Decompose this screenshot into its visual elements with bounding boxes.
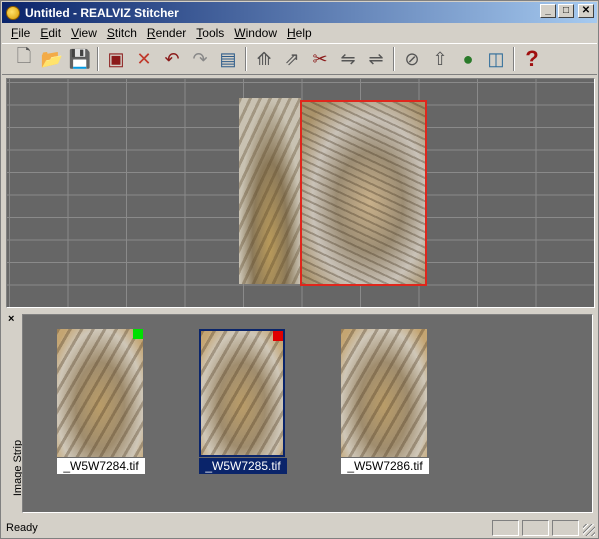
thumbnail-filename: _W5W7286.tif (341, 458, 429, 474)
thumbnail-filename: _W5W7284.tif (57, 458, 145, 474)
menu-bar: File Edit View Stitch Render Tools Windo… (2, 24, 597, 42)
minimize-button[interactable]: _ (540, 4, 556, 18)
open-folder-button[interactable]: 📂 (38, 46, 66, 72)
color-balance-icon: ● (462, 48, 474, 69)
toolbar-separator (97, 47, 99, 71)
save-icon: 💾 (68, 48, 92, 69)
menu-view[interactable]: View (66, 26, 102, 40)
unstitch-button[interactable]: ✂ (306, 46, 334, 72)
minimize-icon: _ (545, 5, 551, 16)
panorama-preview (239, 98, 427, 286)
thumbnail-image[interactable] (341, 329, 427, 457)
stitched-image-2-selected[interactable] (300, 100, 427, 286)
stitched-image-1[interactable] (239, 98, 301, 284)
help-icon: ? (525, 46, 539, 71)
stitch-button[interactable]: ⟰ (250, 46, 278, 72)
help-button[interactable]: ? (518, 46, 546, 72)
title-bar[interactable]: Untitled - REALVIZ Stitcher _ □ ✕ (2, 2, 597, 23)
new-file-icon: 🗋 (16, 46, 32, 66)
close-icon: ✕ (581, 5, 591, 16)
menu-help[interactable]: Help (282, 26, 317, 40)
horizon-button[interactable]: ⇧ (426, 46, 454, 72)
toolbar-separator (393, 47, 395, 71)
image-strip[interactable]: _W5W7284.tif _W5W7285.tif _W5W7286.tif (22, 314, 593, 513)
status-text: Ready (6, 522, 38, 534)
menu-file[interactable]: File (6, 26, 35, 40)
unstitch-icon: ✂ (312, 48, 328, 69)
app-window: Untitled - REALVIZ Stitcher _ □ ✕ File E… (0, 0, 599, 539)
new-file-button[interactable]: 🗋 (10, 46, 38, 72)
color-balance-button[interactable]: ● (454, 46, 482, 72)
toolbar-separator (513, 47, 515, 71)
undo-icon: ↶ (164, 48, 180, 69)
align-icon: ⇋ (340, 48, 356, 69)
close-button[interactable]: ✕ (578, 4, 594, 18)
menu-edit[interactable]: Edit (35, 26, 66, 40)
status-panel-1 (492, 520, 519, 536)
render-icon: ◫ (487, 48, 505, 69)
preview-icon: ▤ (219, 48, 237, 69)
redo-icon: ↷ (192, 48, 208, 69)
preview-button[interactable]: ▤ (214, 46, 242, 72)
status-panel-2 (522, 520, 549, 536)
menu-window[interactable]: Window (229, 26, 282, 40)
import-image-icon: ▣ (107, 48, 125, 69)
align-all-button[interactable]: ⇌ (362, 46, 390, 72)
horizon-icon: ⇧ (432, 48, 448, 69)
delete-button[interactable]: ✕ (130, 46, 158, 72)
stitch-status-marker (273, 331, 283, 341)
image-strip-panel: × Image Strip _W5W7284.tif _W5W7285.tif _W… (6, 312, 595, 515)
menu-stitch[interactable]: Stitch (102, 26, 142, 40)
thumbnail-image[interactable] (57, 329, 143, 457)
undo-button[interactable]: ↶ (158, 46, 186, 72)
stitch-icon: ⟰ (256, 48, 272, 69)
point-match-button[interactable]: ⇗ (278, 46, 306, 72)
align-button[interactable]: ⇋ (334, 46, 362, 72)
delete-icon: ✕ (136, 48, 152, 69)
status-bar: Ready (2, 518, 597, 538)
maximize-icon: □ (562, 5, 570, 16)
window-title: Untitled - REALVIZ Stitcher (25, 5, 179, 20)
equalize-icon: ⊘ (404, 48, 420, 69)
open-folder-icon: 📂 (40, 48, 64, 69)
toolbar-separator (245, 47, 247, 71)
stitch-status-marker (133, 329, 143, 339)
app-icon[interactable] (6, 5, 20, 20)
stitch-workspace[interactable] (6, 78, 595, 308)
status-panel-3 (552, 520, 579, 536)
image-thumbnail[interactable]: _W5W7286.tif (341, 329, 429, 474)
point-match-icon: ⇗ (284, 48, 300, 69)
equalize-button[interactable]: ⊘ (398, 46, 426, 72)
menu-render[interactable]: Render (142, 26, 191, 40)
redo-button[interactable]: ↷ (186, 46, 214, 72)
menu-tools[interactable]: Tools (191, 26, 229, 40)
image-thumbnail[interactable]: _W5W7285.tif (199, 329, 287, 474)
image-thumbnail[interactable]: _W5W7284.tif (57, 329, 145, 474)
align-all-icon: ⇌ (368, 48, 384, 69)
import-image-button[interactable]: ▣ (102, 46, 130, 72)
render-button[interactable]: ◫ (482, 46, 510, 72)
thumbnail-filename: _W5W7285.tif (199, 458, 287, 474)
save-button[interactable]: 💾 (66, 46, 94, 72)
thumbnail-image[interactable] (199, 329, 285, 457)
toolbar: 🗋 📂 💾 ▣ ✕ ↶ ↷ ▤ ⟰ ⇗ ✂ ⇋ ⇌ ⊘ ⇧ ● ◫? (2, 43, 597, 75)
strip-close-icon[interactable]: × (8, 313, 14, 325)
resize-grip[interactable] (583, 524, 595, 536)
maximize-button[interactable]: □ (558, 4, 574, 18)
